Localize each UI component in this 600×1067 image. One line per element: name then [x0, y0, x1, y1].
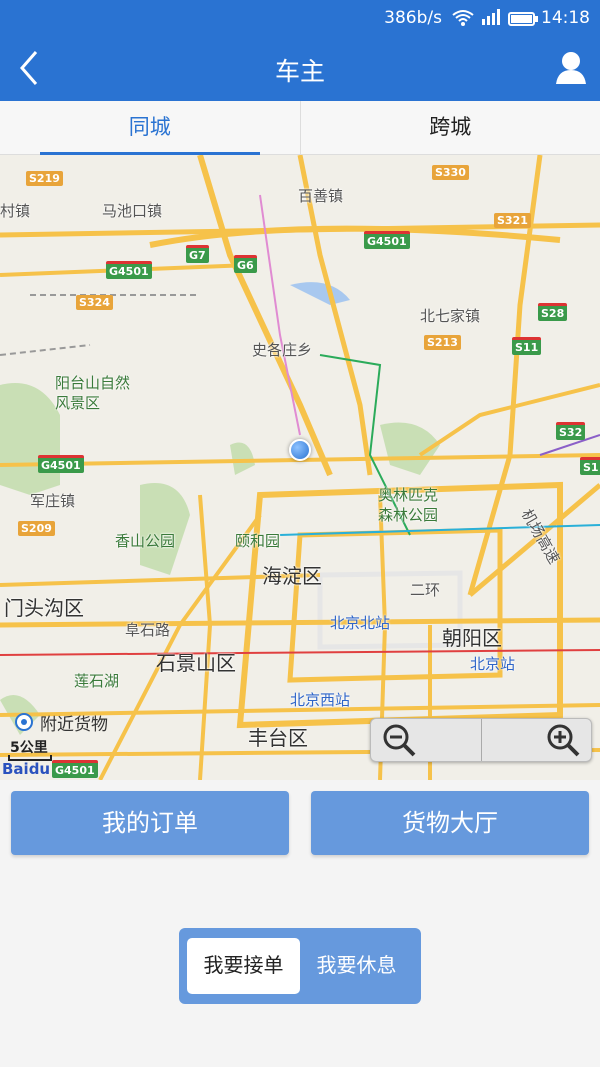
user-profile-button[interactable] — [554, 50, 588, 86]
wifi-icon — [452, 9, 474, 32]
road-shield: G4501 — [106, 261, 152, 279]
map-label-cunzhen: 村镇 — [0, 202, 31, 220]
road-shield: G4501 — [38, 455, 84, 473]
zoom-out-icon — [383, 724, 416, 757]
map-label-mentougou: 门头沟区 — [4, 596, 84, 620]
road-shield: S219 — [26, 171, 63, 186]
road-shield: S32 — [556, 422, 586, 440]
map-label-xiangshan: 香山公园 — [115, 532, 176, 550]
take-rest-option[interactable]: 我要休息 — [300, 938, 413, 994]
road-shield: S324 — [76, 295, 113, 310]
map-label-lianshihu: 莲石湖 — [74, 672, 120, 690]
road-shield: S213 — [424, 335, 461, 350]
map-label-second-ring: 二环 — [410, 581, 441, 599]
road-shield: S321 — [494, 213, 531, 228]
clock: 14:18 — [541, 8, 590, 28]
zoom-in-icon — [547, 724, 580, 757]
road-shield: S1 — [580, 457, 600, 475]
status-bar: 386b/s 14:18 — [0, 0, 600, 36]
road-shield: G4501 — [52, 760, 98, 778]
work-status-toggle: 我要接单 我要休息 — [179, 928, 421, 1004]
battery-icon — [508, 11, 538, 31]
road-shield: S209 — [18, 521, 55, 536]
zoom-out-button[interactable] — [371, 719, 481, 761]
page-title: 车主 — [274, 57, 325, 86]
map-label-beijing-west: 北京西站 — [290, 691, 351, 709]
road-shield: G7 — [186, 245, 209, 263]
map-label-beijing-north: 北京北站 — [330, 614, 391, 632]
zoom-in-button[interactable] — [480, 719, 592, 761]
map-label-beiqijia: 北七家镇 — [420, 307, 481, 325]
baidu-logo-text: Baidu — [2, 760, 51, 778]
user-icon — [556, 52, 586, 84]
map-label-shijingshan: 石景山区 — [156, 651, 236, 675]
map-label-olympic: 奥林匹克森林公园 — [378, 486, 439, 524]
road-shield: S330 — [432, 165, 469, 180]
map-label-yangtaishan: 阳台山自然风景区 — [55, 374, 131, 412]
tab-cross-city[interactable]: 跨城 — [299, 101, 600, 154]
road-shield: S28 — [538, 303, 568, 321]
tab-bar: 同城 跨城 — [0, 101, 600, 155]
app-root: 386b/s 14:18 车主 同城 跨城 百善镇 马池口镇 村镇 北七家镇 史… — [0, 0, 600, 1067]
road-shield: G4501 — [364, 231, 410, 249]
map-label-beijing-station: 北京站 — [470, 655, 516, 673]
cargo-hall-button[interactable]: 货物大厅 — [311, 791, 589, 855]
road-shield: S11 — [512, 337, 542, 355]
signal-icon — [482, 9, 502, 30]
my-orders-button[interactable]: 我的订单 — [11, 791, 289, 855]
map-label-yiheyuan: 颐和园 — [235, 532, 281, 550]
accept-orders-option[interactable]: 我要接单 — [187, 938, 300, 994]
map-label-junzhuang: 军庄镇 — [30, 492, 76, 510]
tab-same-city[interactable]: 同城 — [0, 101, 300, 155]
baidu-logo: Baidu — [2, 760, 50, 778]
map-label-fengtai: 丰台区 — [248, 726, 308, 750]
map-label-fushilu: 阜石路 — [125, 621, 171, 639]
map-label-haidian: 海淀区 — [262, 564, 322, 588]
map-label-machikou: 马池口镇 — [102, 202, 163, 220]
map-label-chaoyang: 朝阳区 — [442, 626, 502, 650]
map-label-shigezhuang: 史各庄乡 — [252, 341, 313, 359]
map-view[interactable]: 百善镇 马池口镇 村镇 北七家镇 史各庄乡 阳台山自然风景区 军庄镇 奥林匹克森… — [0, 155, 600, 780]
zoom-control — [370, 718, 592, 762]
road-shield: G6 — [234, 255, 257, 273]
title-bar: 386b/s 14:18 车主 — [0, 0, 600, 101]
nearby-cargo-label: 附近货物 — [40, 715, 108, 735]
current-location-marker[interactable] — [289, 439, 311, 461]
network-speed: 386b/s — [384, 8, 442, 28]
map-label-baishan: 百善镇 — [298, 187, 344, 205]
location-pin-icon — [15, 712, 33, 731]
nearby-cargo-button[interactable]: 附近货物 — [14, 710, 108, 735]
map-scale-label: 5公里 — [10, 740, 48, 756]
